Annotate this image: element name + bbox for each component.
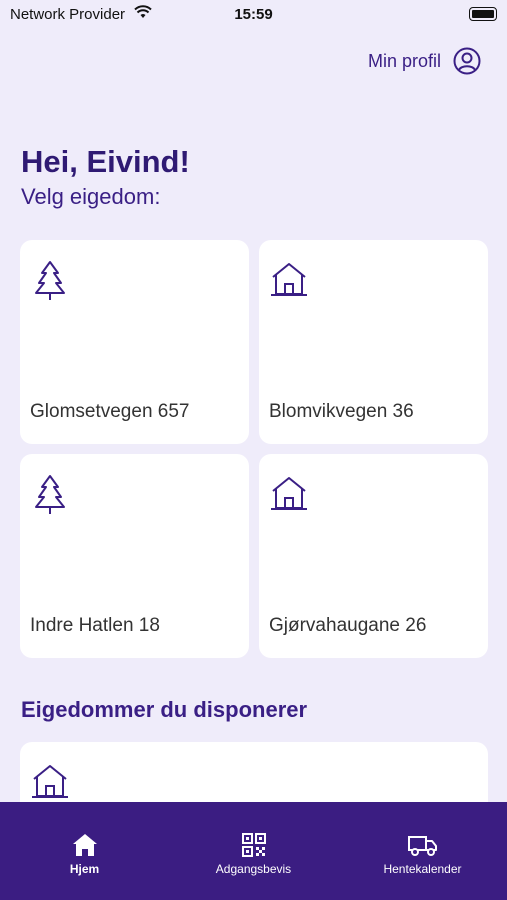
choose-property-label: Velg eigedom: (21, 184, 161, 209)
property-card[interactable]: Gjørvahaugane 26 (259, 454, 488, 658)
property-card[interactable]: Indre Hatlen 18 (20, 454, 249, 658)
tab-label: Hentekalender (383, 862, 462, 876)
tab-bar: Hjem Adgangsbevis Hentekalender (0, 802, 507, 900)
user-circle-icon (453, 47, 481, 75)
property-label: Gjørvahaugane 26 (269, 615, 427, 636)
tab-access-pass[interactable]: Adgangsbevis (169, 802, 338, 900)
battery-icon (469, 7, 497, 21)
profile-label: Min profil (367, 50, 441, 71)
status-bar: Network Provider 15:59 (0, 0, 507, 30)
property-label: Blomvikvegen 36 (269, 401, 414, 422)
clock: 15:59 (234, 6, 273, 23)
home-icon (72, 834, 97, 856)
property-card[interactable]: Glomsetvegen 657 (20, 240, 249, 444)
profile-button[interactable]: Min profil (368, 45, 481, 77)
property-label: Glomsetvegen 657 (30, 401, 190, 422)
section-title: Eigedommer du disponerer (21, 697, 308, 722)
house-icon (271, 477, 307, 510)
tree-icon (35, 261, 65, 300)
house-icon (32, 765, 68, 798)
tree-icon (35, 475, 65, 514)
truck-icon (407, 836, 437, 856)
house-icon (271, 263, 307, 296)
tab-label: Adgangsbevis (215, 862, 292, 876)
property-card[interactable]: Blomvikvegen 36 (259, 240, 488, 444)
property-grid: Glomsetvegen 657 Blomvikvegen 36 Indre H… (20, 240, 488, 658)
tab-pickup-calendar[interactable]: Hentekalender (338, 802, 507, 900)
greeting-heading: Hei, Eivind! (21, 144, 190, 179)
tab-label: Hjem (69, 862, 100, 876)
tab-home[interactable]: Hjem (0, 802, 169, 900)
property-label: Indre Hatlen 18 (30, 615, 160, 636)
qr-code-icon (241, 833, 266, 857)
